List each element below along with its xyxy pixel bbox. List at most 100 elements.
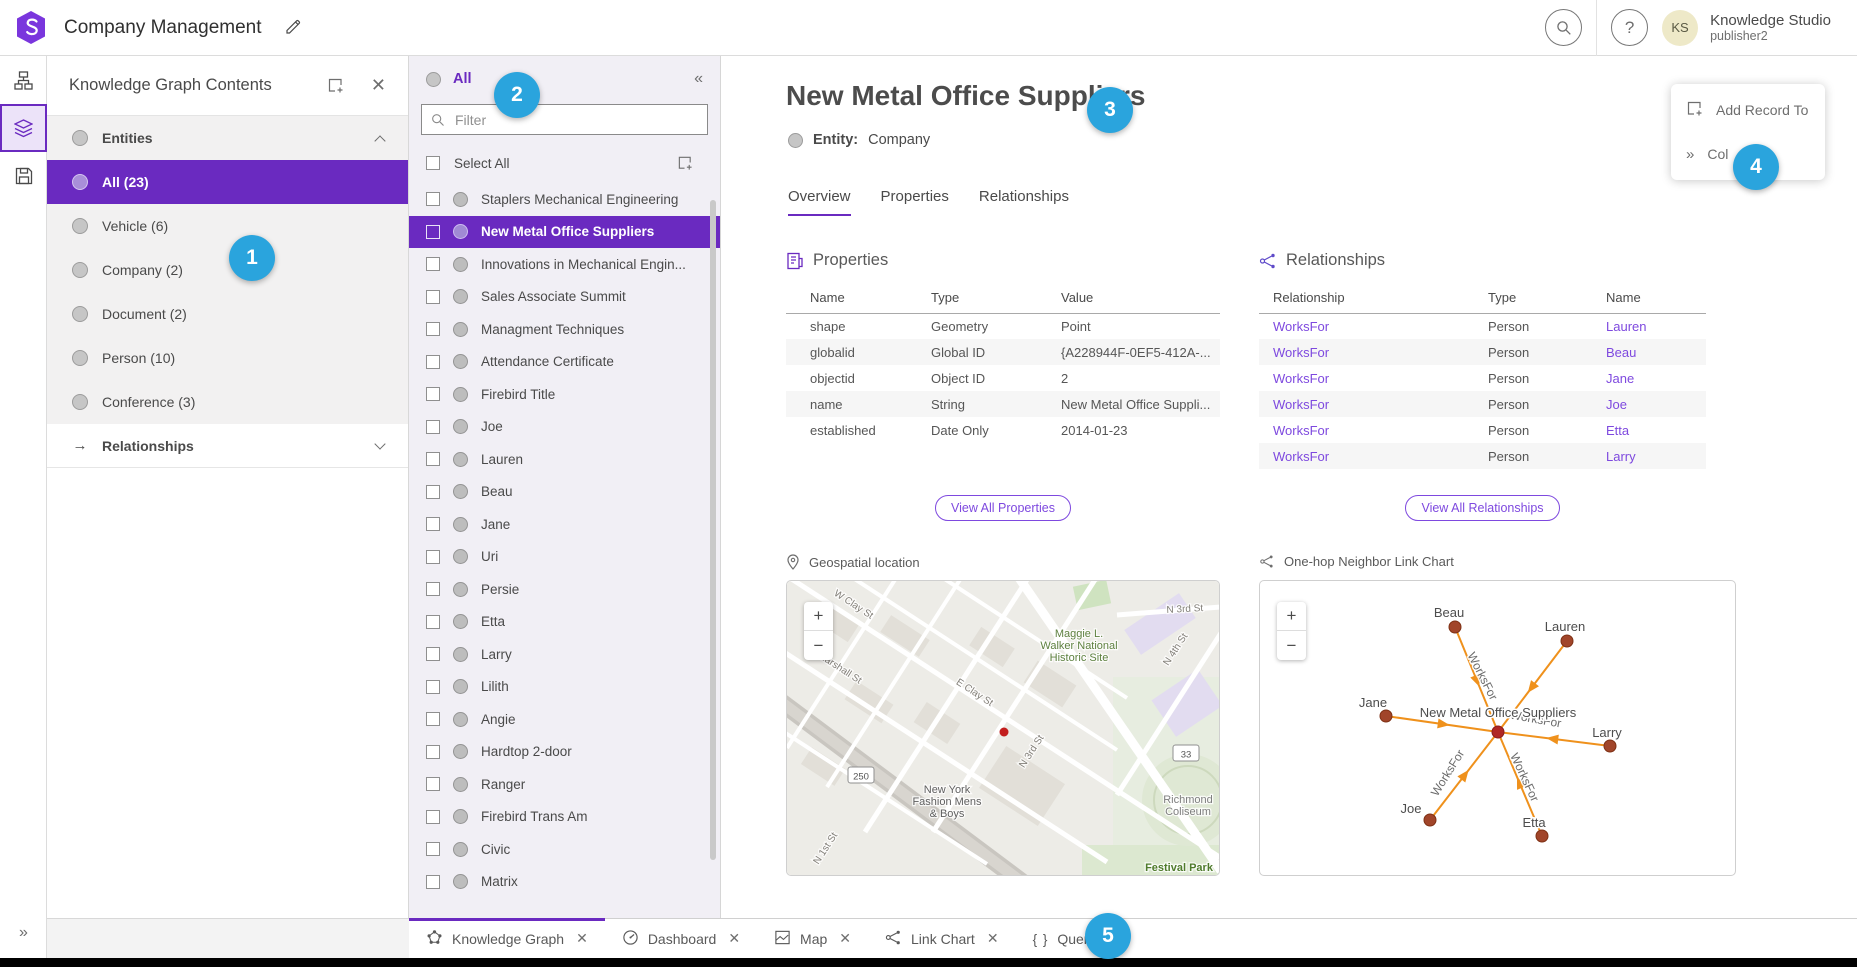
record-link[interactable]: Larry — [1606, 449, 1636, 464]
list-item[interactable]: Lauren — [409, 443, 720, 476]
item-checkbox[interactable] — [426, 810, 440, 824]
contents-tool[interactable] — [0, 104, 47, 152]
item-checkbox[interactable] — [426, 225, 440, 239]
entity-type-row[interactable]: Document (2) — [47, 292, 408, 336]
item-checkbox[interactable] — [426, 322, 440, 336]
geospatial-map[interactable]: W Clay StW Marshall StE Clay StN 3rd StN… — [787, 581, 1220, 876]
expand-rail-button[interactable]: » — [0, 924, 47, 942]
list-item[interactable]: Jane — [409, 508, 720, 541]
entity-type-row[interactable]: All (23) — [47, 160, 408, 204]
relationships-group-header[interactable]: → Relationships — [47, 424, 408, 468]
record-link[interactable]: Etta — [1606, 423, 1629, 438]
item-checkbox[interactable] — [426, 647, 440, 661]
item-checkbox[interactable] — [426, 777, 440, 791]
record-link[interactable]: WorksFor — [1273, 345, 1329, 360]
list-item[interactable]: Managment Techniques — [409, 313, 720, 346]
record-link[interactable]: WorksFor — [1273, 423, 1329, 438]
entities-group-header[interactable]: Entities — [47, 116, 408, 160]
entity-type-row[interactable]: Conference (3) — [47, 380, 408, 424]
zoom-out-button[interactable]: − — [804, 631, 833, 660]
zoom-in-button[interactable]: + — [804, 602, 833, 631]
save-tool[interactable] — [0, 152, 47, 200]
item-checkbox[interactable] — [426, 420, 440, 434]
scrollbar[interactable] — [710, 200, 716, 860]
list-item[interactable]: Beau — [409, 476, 720, 509]
list-item[interactable]: Firebird Trans Am — [409, 801, 720, 834]
item-checkbox[interactable] — [426, 192, 440, 206]
user-info[interactable]: Knowledge Studio publisher2 — [1710, 12, 1831, 44]
zoom-in-button[interactable]: + — [1277, 602, 1306, 631]
item-checkbox[interactable] — [426, 680, 440, 694]
item-checkbox[interactable] — [426, 290, 440, 304]
close-tab-icon[interactable]: ✕ — [839, 930, 851, 947]
item-checkbox[interactable] — [426, 745, 440, 759]
close-tab-icon[interactable]: ✕ — [576, 930, 588, 947]
list-item[interactable]: Lilith — [409, 671, 720, 704]
entity-type-row[interactable]: Vehicle (6) — [47, 204, 408, 248]
list-item[interactable]: Innovations in Mechanical Engin... — [409, 248, 720, 281]
list-item[interactable]: Hardtop 2-door — [409, 736, 720, 769]
record-link[interactable]: Beau — [1606, 345, 1636, 360]
item-checkbox[interactable] — [426, 452, 440, 466]
collapse-panel-button[interactable]: « — [694, 70, 703, 88]
record-link[interactable]: WorksFor — [1273, 449, 1329, 464]
list-item[interactable]: Etta — [409, 606, 720, 639]
item-checkbox[interactable] — [426, 712, 440, 726]
search-button[interactable] — [1545, 9, 1582, 46]
record-link[interactable]: Lauren — [1606, 319, 1646, 334]
item-checkbox[interactable] — [426, 355, 440, 369]
list-item[interactable]: Joe — [409, 411, 720, 444]
list-item[interactable]: Sales Associate Summit — [409, 281, 720, 314]
record-link[interactable]: Jane — [1606, 371, 1634, 386]
view-all-relationships-button[interactable]: View All Relationships — [1405, 495, 1559, 521]
list-item[interactable]: Ranger — [409, 768, 720, 801]
record-link[interactable]: Joe — [1606, 397, 1627, 412]
record-link[interactable]: WorksFor — [1273, 319, 1329, 334]
close-panel-button[interactable]: ✕ — [371, 75, 386, 96]
view-tab-dashboard[interactable]: Dashboard ✕ — [605, 919, 757, 958]
list-item[interactable]: Larry — [409, 638, 720, 671]
select-all-checkbox[interactable] — [426, 156, 440, 170]
entity-type-row[interactable]: Company (2) — [47, 248, 408, 292]
item-checkbox[interactable] — [426, 875, 440, 889]
list-item[interactable]: New Metal Office Suppliers — [409, 216, 720, 249]
view-tab-knowledge-graph[interactable]: Knowledge Graph ✕ — [409, 919, 605, 958]
edit-title-icon[interactable] — [284, 19, 301, 36]
record-tab-relationships[interactable]: Relationships — [979, 188, 1069, 216]
record-link[interactable]: WorksFor — [1273, 397, 1329, 412]
record-link[interactable]: WorksFor — [1273, 371, 1329, 386]
data-model-tool[interactable] — [0, 56, 47, 104]
filter-input[interactable] — [453, 111, 698, 129]
list-item[interactable]: Staplers Mechanical Engineering — [409, 183, 720, 216]
one-hop-link-chart[interactable]: WorksForWorksForWorksForWorksForBeauLaur… — [1260, 581, 1736, 876]
item-checkbox[interactable] — [426, 257, 440, 271]
view-all-properties-button[interactable]: View All Properties — [935, 495, 1071, 521]
view-tab-map[interactable]: Map ✕ — [757, 919, 868, 958]
record-tab-overview[interactable]: Overview — [788, 188, 851, 216]
add-record-button[interactable] — [677, 155, 693, 171]
item-checkbox[interactable] — [426, 517, 440, 531]
new-layout-button[interactable] — [327, 77, 344, 94]
list-item[interactable]: Firebird Title — [409, 378, 720, 411]
view-tab-link-chart[interactable]: Link Chart ✕ — [868, 919, 1016, 958]
close-tab-icon[interactable]: ✕ — [728, 930, 740, 947]
item-checkbox[interactable] — [426, 387, 440, 401]
list-item[interactable]: Matrix — [409, 866, 720, 899]
item-checkbox[interactable] — [426, 842, 440, 856]
context-menu-item[interactable]: Add Record To — [1671, 88, 1825, 132]
item-checkbox[interactable] — [426, 615, 440, 629]
avatar[interactable]: KS — [1662, 10, 1698, 46]
zoom-out-button[interactable]: − — [1277, 631, 1306, 660]
entity-type-row[interactable]: Person (10) — [47, 336, 408, 380]
list-item[interactable]: Civic — [409, 833, 720, 866]
list-item[interactable]: Angie — [409, 703, 720, 736]
item-checkbox[interactable] — [426, 550, 440, 564]
help-button[interactable]: ? — [1611, 9, 1648, 46]
list-item[interactable]: Uri — [409, 541, 720, 574]
record-tab-properties[interactable]: Properties — [881, 188, 949, 216]
item-checkbox[interactable] — [426, 485, 440, 499]
item-checkbox[interactable] — [426, 582, 440, 596]
close-tab-icon[interactable]: ✕ — [987, 930, 999, 947]
list-item[interactable]: Attendance Certificate — [409, 346, 720, 379]
list-item[interactable]: Persie — [409, 573, 720, 606]
